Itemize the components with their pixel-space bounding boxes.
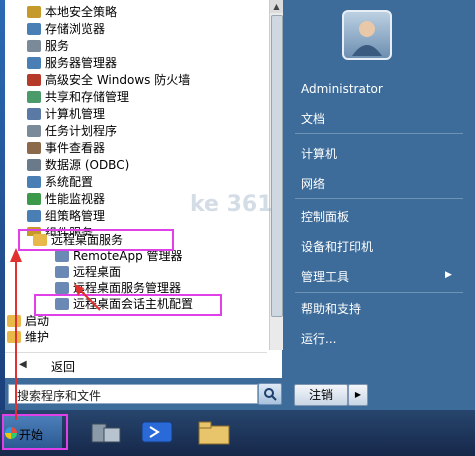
- scroll-up-icon[interactable]: ▲: [270, 0, 283, 13]
- program-group-policy[interactable]: 组策略管理: [27, 209, 105, 224]
- powershell-icon: [141, 421, 173, 443]
- right-panel: Administrator 文档 计算机 网络 控制面板 设备和打印机 管理工具…: [287, 0, 475, 378]
- menu-admin-tools[interactable]: 管理工具: [301, 268, 349, 285]
- taskbar-powershell[interactable]: [140, 418, 176, 446]
- folder-icon: [7, 331, 21, 343]
- folder-icon: [198, 421, 230, 445]
- separator: [295, 133, 463, 134]
- highlight-start-button: [2, 414, 68, 450]
- folder-maintenance[interactable]: 维护: [7, 330, 49, 345]
- menu-documents[interactable]: 文档: [301, 110, 325, 127]
- remoteapp-icon: [55, 250, 69, 262]
- search-input[interactable]: 搜索程序和文件: [8, 384, 258, 404]
- program-firewall[interactable]: 高级安全 Windows 防火墙: [27, 73, 190, 88]
- policy-icon: [27, 210, 41, 222]
- highlight-session-host-config: [34, 294, 222, 316]
- event-viewer-icon: [27, 142, 41, 154]
- user-icon: [352, 21, 382, 56]
- menu-devices-printers[interactable]: 设备和打印机: [301, 238, 373, 255]
- search-button[interactable]: [258, 383, 282, 405]
- program-event-viewer[interactable]: 事件查看器: [27, 141, 105, 156]
- program-services[interactable]: 服务: [27, 39, 69, 54]
- taskbar-server-manager[interactable]: [88, 418, 124, 446]
- menu-run[interactable]: 运行...: [301, 330, 336, 347]
- program-performance-monitor[interactable]: 性能监视器: [27, 192, 105, 207]
- user-avatar[interactable]: [342, 10, 392, 60]
- submenu-arrow-icon: ▶: [445, 270, 452, 280]
- logout-button[interactable]: 注销: [294, 384, 348, 406]
- menu-network[interactable]: 网络: [301, 175, 325, 192]
- program-task-scheduler[interactable]: 任务计划程序: [27, 124, 117, 139]
- system-config-icon: [27, 176, 41, 188]
- taskbar-explorer[interactable]: [196, 418, 232, 446]
- search-icon: [264, 388, 277, 401]
- security-policy-icon: [27, 6, 41, 18]
- user-name-administrator[interactable]: Administrator: [301, 82, 383, 96]
- program-server-manager[interactable]: 服务器管理器: [27, 56, 117, 71]
- program-share-storage[interactable]: 共享和存储管理: [27, 90, 129, 105]
- separator: [295, 198, 463, 199]
- program-remoteapp-manager[interactable]: RemoteApp 管理器: [55, 249, 183, 264]
- performance-icon: [27, 193, 41, 205]
- menu-help-support[interactable]: 帮助和支持: [301, 300, 361, 317]
- server-icon: [27, 57, 41, 69]
- rd-manager-icon: [55, 282, 69, 294]
- program-local-security-policy[interactable]: 本地安全策略: [27, 5, 117, 20]
- program-odbc[interactable]: 数据源 (ODBC): [27, 158, 129, 173]
- highlight-remote-desktop-services: [18, 229, 174, 251]
- storage-icon: [27, 23, 41, 35]
- program-system-config[interactable]: 系统配置: [27, 175, 93, 190]
- back-label: 返回: [51, 360, 76, 374]
- firewall-icon: [27, 74, 41, 86]
- folder-startup[interactable]: 启动: [7, 314, 49, 329]
- shutdown-options-arrow-icon[interactable]: ▶: [348, 384, 368, 406]
- menu-control-panel[interactable]: 控制面板: [301, 208, 349, 225]
- server-manager-icon: [91, 423, 121, 443]
- database-icon: [27, 159, 41, 171]
- program-storage-explorer[interactable]: 存储浏览器: [27, 22, 105, 37]
- folder-icon: [7, 315, 21, 327]
- back-arrow-icon: ◀: [19, 359, 27, 370]
- share-icon: [27, 91, 41, 103]
- program-remote-desktop[interactable]: 远程桌面: [55, 265, 121, 280]
- computer-icon: [27, 108, 41, 120]
- search-placeholder: 搜索程序和文件: [17, 389, 102, 403]
- program-computer-management[interactable]: 计算机管理: [27, 107, 105, 122]
- clock-icon: [27, 125, 41, 137]
- watermark: ke 361: [190, 192, 273, 217]
- remote-desktop-icon: [55, 266, 69, 278]
- separator: [295, 292, 463, 293]
- menu-computer[interactable]: 计算机: [301, 145, 337, 162]
- taskbar: 开始: [0, 410, 475, 456]
- back-button[interactable]: ◀ 返回: [5, 352, 267, 377]
- gear-icon: [27, 40, 41, 52]
- scrollbar-thumb[interactable]: [271, 15, 283, 317]
